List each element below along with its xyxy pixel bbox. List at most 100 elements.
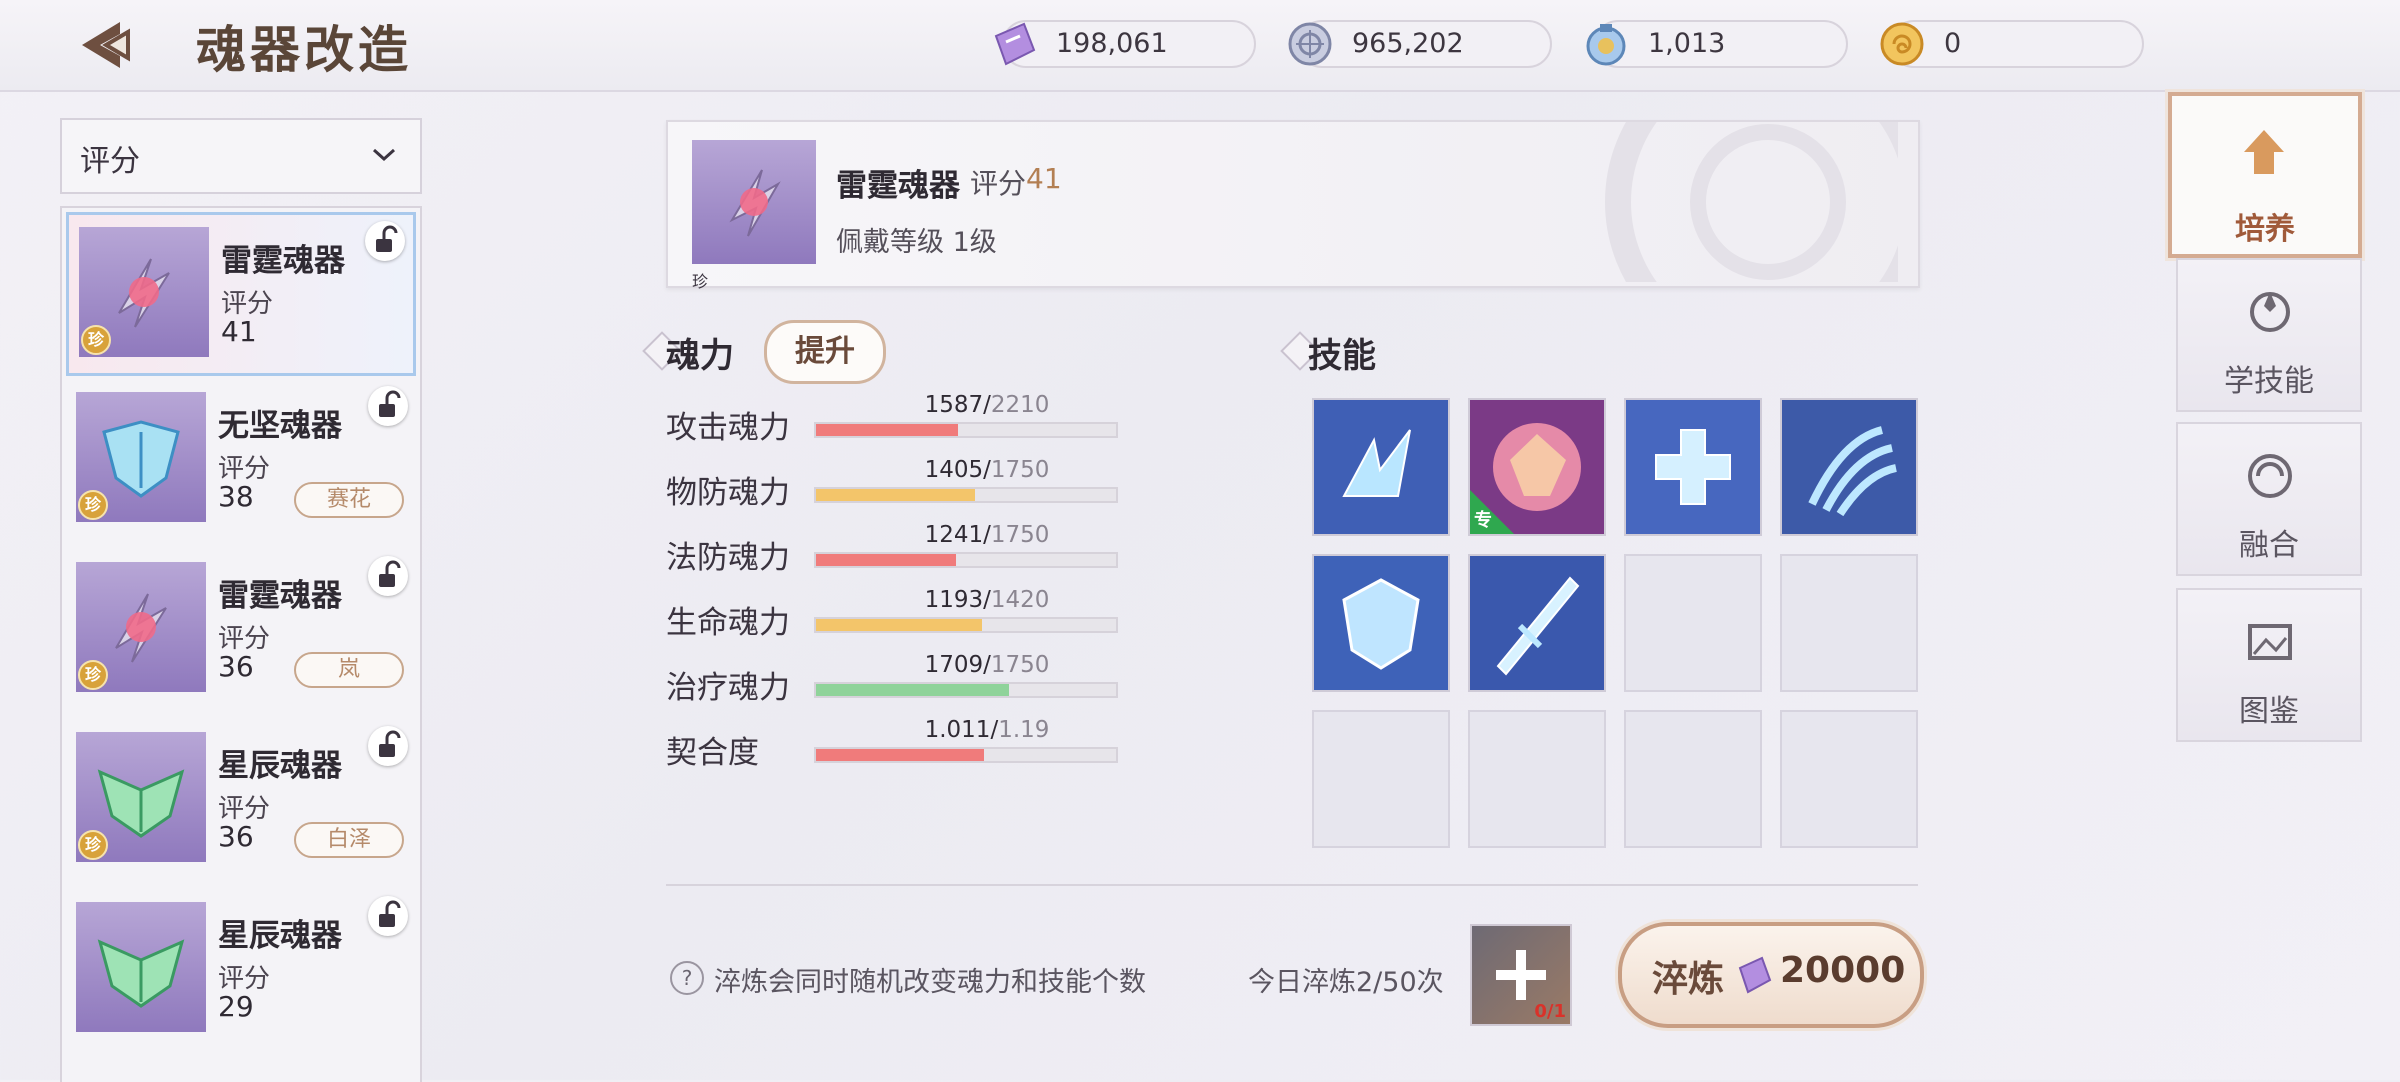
currency-gold[interactable]: 0 — [1880, 20, 2144, 68]
divider — [666, 884, 1918, 886]
currency-crystal[interactable]: 198,061 — [994, 20, 1256, 68]
soul-thumbnail: 珍 — [79, 227, 209, 357]
learn-skill-icon — [2250, 292, 2290, 332]
crystal-shield-skill-icon — [1314, 556, 1448, 690]
stat-max: 1420 — [990, 587, 1050, 613]
daily-refine-count: 今日淬炼2/50次 — [1248, 967, 1444, 998]
soul-list-item[interactable]: 珍雷霆魂器 评分 41 — [66, 212, 416, 376]
soul-list-item[interactable]: 珍星辰魂器 评分 36 白泽 — [66, 720, 416, 884]
selected-soul-name: 雷霆魂器 — [836, 168, 960, 204]
stat-progress-track — [814, 682, 1118, 698]
rarity-badge: 珍 — [78, 830, 108, 860]
soul-score: 36 — [218, 650, 254, 683]
ice-burst-skill-icon — [1314, 400, 1448, 534]
claw-strike-skill-icon — [1782, 400, 1916, 534]
wear-level: 佩戴等级 1级 — [836, 227, 997, 258]
soul-thumbnail: 珍 — [76, 392, 206, 522]
skill-slot[interactable] — [1780, 398, 1918, 536]
selected-soul-card: 珍 雷霆魂器 评分 41 佩戴等级 1级 — [666, 120, 1920, 291]
stat-label: 契合度 — [666, 735, 759, 771]
stat-max: 1.19 — [998, 717, 1050, 743]
stat-progress-fill — [816, 424, 958, 436]
stat-row: 生命魂力 1193/1420 — [666, 587, 1126, 647]
soul-list-panel: 评分 珍雷霆魂器 评分 41 珍无坚魂器 评分 38 赛花珍雷霆魂器 评分 36 岚珍星辰魂器 评分… — [60, 118, 422, 1082]
side-tab[interactable]: 图鉴 — [2176, 588, 2362, 742]
empty-skill-slot — [1624, 554, 1762, 692]
cultivate-icon — [2244, 130, 2284, 174]
refine-material[interactable]: 0/1 — [1470, 924, 1572, 1026]
lock-toggle[interactable] — [368, 726, 408, 766]
soul-score: 36 — [218, 820, 254, 853]
soul-name: 雷霆魂器 — [218, 578, 342, 614]
side-tab[interactable]: 融合 — [2176, 422, 2362, 576]
stat-value: 1587/2210 — [924, 392, 1050, 418]
stat-value: 1193/1420 — [924, 587, 1050, 613]
soul-thumbnail: 珍 — [76, 562, 206, 692]
chevron-down-icon — [372, 148, 396, 162]
stat-progress-fill — [816, 554, 956, 566]
stat-row: 治疗魂力 1709/1750 — [666, 652, 1126, 712]
lock-toggle[interactable] — [365, 221, 405, 261]
soul-list-item[interactable]: 星辰魂器 评分 29 — [66, 890, 416, 1054]
empty-skill-slot — [1312, 710, 1450, 848]
blue-bell-icon — [1586, 24, 1626, 66]
gallery-icon — [2248, 624, 2292, 660]
stat-label: 治疗魂力 — [666, 670, 790, 706]
currency-value: 965,202 — [1352, 28, 1464, 59]
soul-thumbnail — [76, 902, 206, 1032]
back-button[interactable] — [76, 16, 156, 74]
skill-slot[interactable] — [1468, 554, 1606, 692]
stat-value: 1709/1750 — [924, 652, 1050, 678]
side-tab-label: 学技能 — [2224, 364, 2314, 399]
currency-value: 0 — [1944, 28, 1962, 59]
stat-max: 2210 — [990, 392, 1050, 418]
skill-slot[interactable] — [1312, 554, 1450, 692]
stat-current: 1.011 — [924, 717, 991, 743]
soul-list-item[interactable]: 珍雷霆魂器 评分 36 岚 — [66, 550, 416, 714]
lock-toggle[interactable] — [368, 386, 408, 426]
side-tab[interactable]: 培养 — [2168, 92, 2362, 258]
selected-score-label: 评分 — [970, 167, 1027, 200]
side-tab[interactable]: 学技能 — [2176, 258, 2362, 412]
stat-value: 1241/1750 — [924, 522, 1050, 548]
stat-current: 1405 — [924, 457, 984, 483]
stat-max: 1750 — [990, 522, 1050, 548]
side-tab-label: 图鉴 — [2239, 694, 2299, 729]
stat-current: 1587 — [924, 392, 984, 418]
skill-slot[interactable]: 专 — [1468, 398, 1606, 536]
stat-max: 1750 — [990, 457, 1050, 483]
upgrade-button[interactable]: 提升 — [764, 320, 886, 384]
stat-value: 1405/1750 — [924, 457, 1050, 483]
stat-row: 契合度 1.011/1.19 — [666, 717, 1126, 777]
empty-skill-slot — [1780, 554, 1918, 692]
currency-silver[interactable]: 965,202 — [1288, 20, 1552, 68]
refine-hint: 淬炼会同时随机改变魂力和技能个数 — [714, 967, 1146, 998]
empty-skill-slot — [1780, 710, 1918, 848]
lock-toggle[interactable] — [368, 556, 408, 596]
stat-max: 1750 — [990, 652, 1050, 678]
currency-value: 1,013 — [1648, 28, 1726, 59]
rarity-badge: 珍 — [81, 325, 111, 355]
refine-button[interactable]: 淬炼 20000 — [1618, 922, 1924, 1028]
unlock-icon — [379, 900, 401, 927]
stat-label: 物防魂力 — [666, 475, 790, 511]
unlock-icon — [379, 730, 401, 757]
rarity-badge: 珍 — [692, 272, 709, 291]
currency-bell[interactable]: 1,013 — [1586, 20, 1848, 68]
sort-dropdown[interactable]: 评分 — [60, 118, 422, 194]
lock-toggle[interactable] — [368, 896, 408, 936]
stat-current: 1709 — [924, 652, 984, 678]
soul-list-item[interactable]: 珍无坚魂器 评分 38 赛花 — [66, 380, 416, 544]
side-tab-label: 培养 — [2235, 212, 2295, 247]
soul-name: 雷霆魂器 — [221, 243, 345, 279]
skill-slot[interactable] — [1624, 398, 1762, 536]
top-bar: 魂器改造 198,061 965,202 1,013 0 — [0, 0, 2400, 92]
stat-progress-track — [814, 747, 1118, 763]
skill-slot[interactable] — [1312, 398, 1450, 536]
star-soul-icon — [97, 939, 185, 1008]
help-icon[interactable]: ? — [670, 961, 704, 995]
empty-skill-slot — [1624, 710, 1762, 848]
stat-label: 法防魂力 — [666, 540, 790, 576]
fusion-icon — [2248, 454, 2292, 498]
material-count: 0/1 — [1534, 1001, 1566, 1022]
